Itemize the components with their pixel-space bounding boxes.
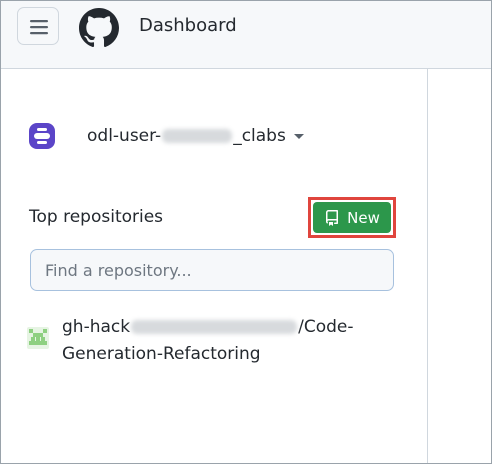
redacted-text bbox=[162, 129, 233, 143]
chevron-down-icon bbox=[293, 133, 304, 139]
top-header: Dashboard bbox=[1, 1, 491, 69]
repository-name-line1: gh-hack /Code- bbox=[62, 317, 353, 337]
hamburger-icon bbox=[30, 20, 48, 35]
repository-name-line2: Generation-Refactoring bbox=[62, 344, 261, 364]
page-title[interactable]: Dashboard bbox=[139, 15, 237, 36]
global-menu-button[interactable] bbox=[17, 7, 59, 45]
org-avatar-icon bbox=[29, 123, 55, 149]
new-repository-button[interactable]: New bbox=[313, 202, 391, 233]
account-name-suffix: _clabs bbox=[233, 126, 286, 146]
repo-icon bbox=[326, 209, 339, 226]
repository-name-part: /Code- bbox=[298, 317, 354, 337]
github-logo-icon[interactable] bbox=[79, 8, 119, 48]
new-button-label: New bbox=[347, 208, 380, 227]
dashboard-sidebar: odl-user- _clabs Top repositories New Fi… bbox=[1, 69, 428, 463]
account-switcher[interactable]: odl-user- _clabs bbox=[29, 122, 304, 150]
redacted-text bbox=[131, 320, 298, 334]
main-content-area bbox=[428, 69, 491, 463]
repo-avatar-icon bbox=[27, 327, 49, 349]
top-repositories-heading: Top repositories bbox=[29, 207, 164, 227]
find-repository-input[interactable] bbox=[30, 249, 394, 291]
browser-frame: Dashboard odl-user- _clabs Top repositor… bbox=[0, 0, 492, 464]
repository-owner: gh-hack bbox=[62, 317, 131, 337]
account-name: odl-user- _clabs bbox=[87, 126, 286, 146]
account-name-prefix: odl-user- bbox=[87, 126, 162, 146]
